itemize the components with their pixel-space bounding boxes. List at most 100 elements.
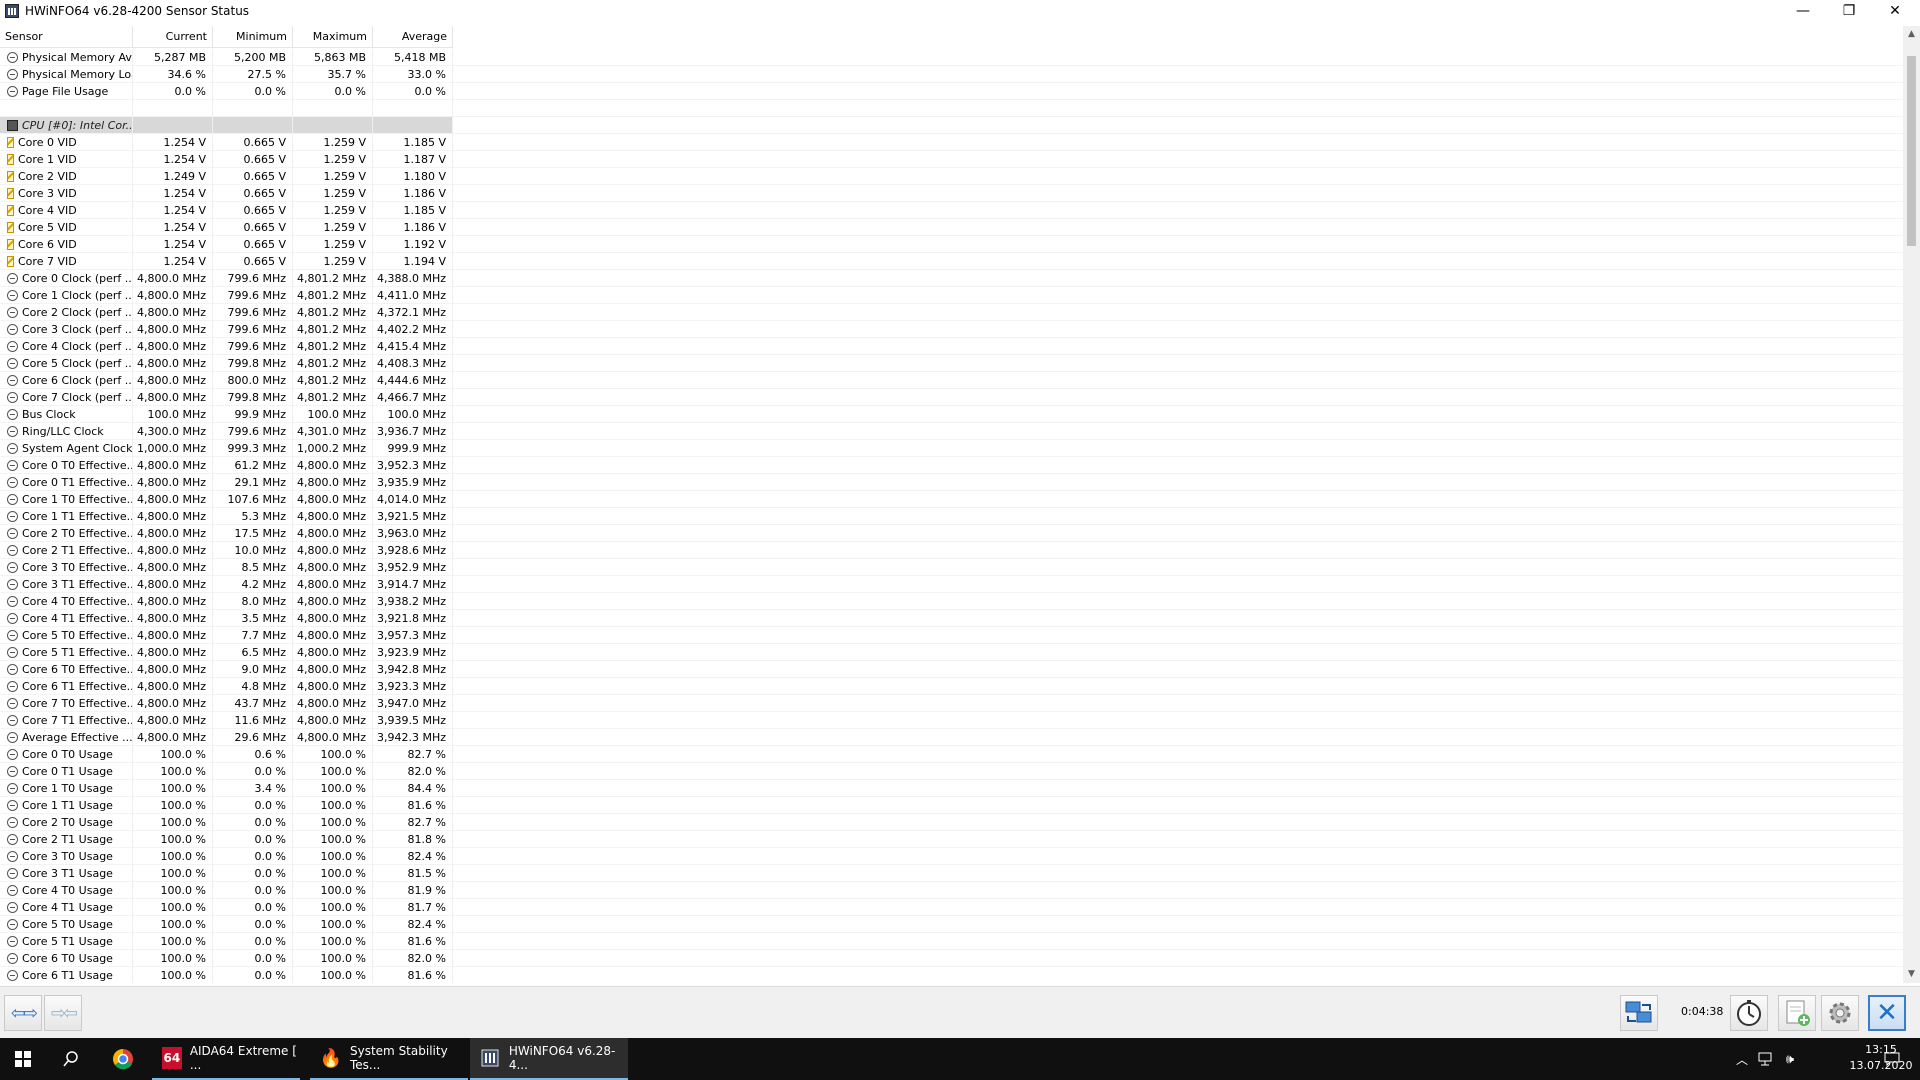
current-value: 1.254 V	[133, 202, 213, 218]
scroll-up-arrow-icon[interactable]: ▲	[1903, 26, 1920, 43]
sensor-row[interactable]: Physical Memory Load 34.6 % 27.5 % 35.7 % 33…	[0, 66, 1903, 83]
start-button[interactable]	[0, 1038, 46, 1080]
sensor-row[interactable]: Core 0 T0 Usage 100.0 % 0.6 % 100.0 % 82.7 %	[0, 746, 1903, 763]
sensor-row[interactable]: Average Effective ... 4,800.0 MHz 29.6 MHz…	[0, 729, 1903, 746]
sensor-row[interactable]: Core 5 T0 Effective... 4,800.0 MHz 7.7 MHz…	[0, 627, 1903, 644]
clock-icon	[7, 578, 18, 590]
taskbar-task-hwinfo[interactable]: HWiNFO64 v6.28-4...	[470, 1038, 628, 1080]
network-button[interactable]	[1620, 995, 1658, 1031]
taskbar-task-aida64[interactable]: 64 AIDA64 Extreme [ ...	[152, 1038, 300, 1080]
sensor-row[interactable]: Core 5 VID 1.254 V 0.665 V 1.259 V 1.186 V	[0, 219, 1903, 236]
add-report-button[interactable]	[1778, 995, 1816, 1031]
sensor-row[interactable]: Core 7 T0 Effective... 4,800.0 MHz 43.7 MH…	[0, 695, 1903, 712]
collapse-button[interactable]: ⇨⇦	[44, 995, 82, 1031]
reset-timer-button[interactable]	[1730, 995, 1768, 1031]
sensor-row[interactable]: Core 7 T1 Effective... 4,800.0 MHz 11.6 MH…	[0, 712, 1903, 729]
sensor-row[interactable]: Core 2 T1 Usage 100.0 % 0.0 % 100.0 % 81.8 %	[0, 831, 1903, 848]
sensor-row[interactable]: Core 4 Clock (perf ... 4,800.0 MHz 799.6 M…	[0, 338, 1903, 355]
title-bar[interactable]: HWiNFO64 v6.28-4200 Sensor Status — ❐ ✕	[0, 0, 1920, 22]
settings-button[interactable]	[1821, 995, 1859, 1031]
scrollbar-thumb[interactable]	[1907, 56, 1916, 246]
sensor-row[interactable]: Core 6 VID 1.254 V 0.665 V 1.259 V 1.192 V	[0, 236, 1903, 253]
sensor-row[interactable]: Core 5 T1 Usage 100.0 % 0.0 % 100.0 % 81.6 %	[0, 933, 1903, 950]
current-value: 34.6 %	[133, 66, 213, 82]
sensor-row[interactable]: Core 7 VID 1.254 V 0.665 V 1.259 V 1.194 V	[0, 253, 1903, 270]
sensor-row[interactable]: Page File Usage 0.0 % 0.0 % 0.0 % 0.0 %	[0, 83, 1903, 100]
column-header-maximum[interactable]: Maximum	[293, 26, 373, 48]
sensor-row[interactable]: Core 6 T0 Usage 100.0 % 0.0 % 100.0 % 82.0 %	[0, 950, 1903, 967]
minimum-value: 107.6 MHz	[213, 491, 293, 507]
sensor-row[interactable]: Core 2 T0 Usage 100.0 % 0.0 % 100.0 % 82.7 %	[0, 814, 1903, 831]
sensor-row[interactable]: Core 0 T0 Effective... 4,800.0 MHz 61.2 MH…	[0, 457, 1903, 474]
sensor-row[interactable]: Core 3 T0 Usage 100.0 % 0.0 % 100.0 % 82.4 %	[0, 848, 1903, 865]
sensor-row[interactable]: Core 0 T1 Effective... 4,800.0 MHz 29.1 MH…	[0, 474, 1903, 491]
sensor-row[interactable]: Core 4 VID 1.254 V 0.665 V 1.259 V 1.185 V	[0, 202, 1903, 219]
average-value: 81.7 %	[373, 899, 453, 915]
sensor-row[interactable]: Core 1 Clock (perf ... 4,800.0 MHz 799.6 M…	[0, 287, 1903, 304]
sensor-row[interactable]: Core 1 T0 Effective... 4,800.0 MHz 107.6 M…	[0, 491, 1903, 508]
sensor-table[interactable]: Sensor Current Minimum Maximum Average P…	[0, 26, 1903, 983]
taskbar-task-stability-test[interactable]: 🔥 System Stability Tes...	[310, 1038, 468, 1080]
sensor-row[interactable]: Core 0 VID 1.254 V 0.665 V 1.259 V 1.185 V	[0, 134, 1903, 151]
sensor-row[interactable]: Core 1 T0 Usage 100.0 % 3.4 % 100.0 % 84.4 %	[0, 780, 1903, 797]
sensor-row[interactable]: Core 2 T0 Effective... 4,800.0 MHz 17.5 MH…	[0, 525, 1903, 542]
sensor-row[interactable]: Core 6 T0 Effective... 4,800.0 MHz 9.0 MHz…	[0, 661, 1903, 678]
sensor-row[interactable]: System Agent Clock 1,000.0 MHz 999.3 MHz 1,…	[0, 440, 1903, 457]
clock-icon	[7, 663, 18, 675]
sensor-row[interactable]: Core 1 VID 1.254 V 0.665 V 1.259 V 1.187 V	[0, 151, 1903, 168]
restore-button[interactable]: ❐	[1826, 0, 1872, 22]
close-sensors-button[interactable]: ✕	[1868, 995, 1906, 1031]
column-header-minimum[interactable]: Minimum	[213, 26, 293, 48]
minimum-value: 0.0 %	[213, 831, 293, 847]
sensor-row[interactable]: Core 6 Clock (perf ... 4,800.0 MHz 800.0 M…	[0, 372, 1903, 389]
volume-icon[interactable]: 🕪	[1778, 1038, 1802, 1080]
network-tray-icon[interactable]	[1754, 1038, 1778, 1080]
expand-button[interactable]: ⇦⇨	[4, 995, 42, 1031]
sensor-row[interactable]: Core 5 T0 Usage 100.0 % 0.0 % 100.0 % 82.4 %	[0, 916, 1903, 933]
column-header-sensor[interactable]: Sensor	[0, 26, 133, 48]
sensor-row[interactable]: Core 2 T1 Effective... 4,800.0 MHz 10.0 MH…	[0, 542, 1903, 559]
search-button[interactable]	[48, 1038, 94, 1080]
sensor-row[interactable]: Core 0 T1 Usage 100.0 % 0.0 % 100.0 % 82.0 %	[0, 763, 1903, 780]
sensor-row[interactable]: Core 6 T1 Usage 100.0 % 0.0 % 100.0 % 81.6 %	[0, 967, 1903, 983]
current-value: 1.254 V	[133, 236, 213, 252]
sensor-name-cell: Core 4 T1 Effective...	[0, 610, 133, 626]
sensor-label: Core 1 VID	[18, 152, 77, 166]
sensor-row[interactable]	[0, 100, 1903, 117]
sensor-row[interactable]: Core 6 T1 Effective... 4,800.0 MHz 4.8 MHz…	[0, 678, 1903, 695]
sensor-row[interactable]: Core 4 T1 Usage 100.0 % 0.0 % 100.0 % 81.7 %	[0, 899, 1903, 916]
sensor-row[interactable]: Core 5 Clock (perf ... 4,800.0 MHz 799.8 M…	[0, 355, 1903, 372]
sensor-row[interactable]: Core 0 Clock (perf ... 4,800.0 MHz 799.6 M…	[0, 270, 1903, 287]
sensor-row[interactable]: Core 3 T0 Effective... 4,800.0 MHz 8.5 MHz…	[0, 559, 1903, 576]
current-value: 4,800.0 MHz	[133, 678, 213, 694]
show-hidden-icons-chevron-icon[interactable]: ︿	[1732, 1038, 1752, 1080]
sensor-row[interactable]: Core 2 VID 1.249 V 0.665 V 1.259 V 1.180 V	[0, 168, 1903, 185]
average-value: 81.8 %	[373, 831, 453, 847]
sensor-row[interactable]: Core 4 T0 Usage 100.0 % 0.0 % 100.0 % 81.9 %	[0, 882, 1903, 899]
sensor-row[interactable]: Core 1 T1 Usage 100.0 % 0.0 % 100.0 % 81.6 %	[0, 797, 1903, 814]
close-button[interactable]: ✕	[1872, 0, 1918, 22]
sensor-group-row[interactable]: CPU [#0]: Intel Cor...	[0, 117, 1903, 134]
sensor-row[interactable]: Core 7 Clock (perf ... 4,800.0 MHz 799.8 M…	[0, 389, 1903, 406]
average-value: 84.4 %	[373, 780, 453, 796]
sensor-row[interactable]: Core 3 T1 Effective... 4,800.0 MHz 4.2 MHz…	[0, 576, 1903, 593]
vertical-scrollbar[interactable]: ▲ ▼	[1903, 26, 1920, 983]
minimize-button[interactable]: —	[1780, 0, 1826, 22]
sensor-row[interactable]: Core 3 Clock (perf ... 4,800.0 MHz 799.6 M…	[0, 321, 1903, 338]
sensor-row[interactable]: Physical Memory Av... 5,287 MB 5,200 MB 5,8…	[0, 49, 1903, 66]
column-header-current[interactable]: Current	[133, 26, 213, 48]
notification-center-button[interactable]	[1876, 1038, 1908, 1080]
sensor-row[interactable]: Core 4 T1 Effective... 4,800.0 MHz 3.5 MHz…	[0, 610, 1903, 627]
sensor-name-cell: Core 2 T0 Effective...	[0, 525, 133, 541]
sensor-row[interactable]: Core 4 T0 Effective... 4,800.0 MHz 8.0 MHz…	[0, 593, 1903, 610]
scroll-down-arrow-icon[interactable]: ▼	[1903, 966, 1920, 983]
sensor-row[interactable]: Core 2 Clock (perf ... 4,800.0 MHz 799.6 M…	[0, 304, 1903, 321]
sensor-row[interactable]: Core 5 T1 Effective... 4,800.0 MHz 6.5 MHz…	[0, 644, 1903, 661]
sensor-row[interactable]: Core 1 T1 Effective... 4,800.0 MHz 5.3 MHz…	[0, 508, 1903, 525]
column-header-average[interactable]: Average	[373, 26, 453, 48]
sensor-row[interactable]: Core 3 T1 Usage 100.0 % 0.0 % 100.0 % 81.5 %	[0, 865, 1903, 882]
sensor-row[interactable]: Bus Clock 100.0 MHz 99.9 MHz 100.0 MHz 100.0…	[0, 406, 1903, 423]
chrome-taskbar-button[interactable]	[100, 1038, 146, 1080]
sensor-row[interactable]: Core 3 VID 1.254 V 0.665 V 1.259 V 1.186 V	[0, 185, 1903, 202]
sensor-row[interactable]: Ring/LLC Clock 4,300.0 MHz 799.6 MHz 4,301.…	[0, 423, 1903, 440]
